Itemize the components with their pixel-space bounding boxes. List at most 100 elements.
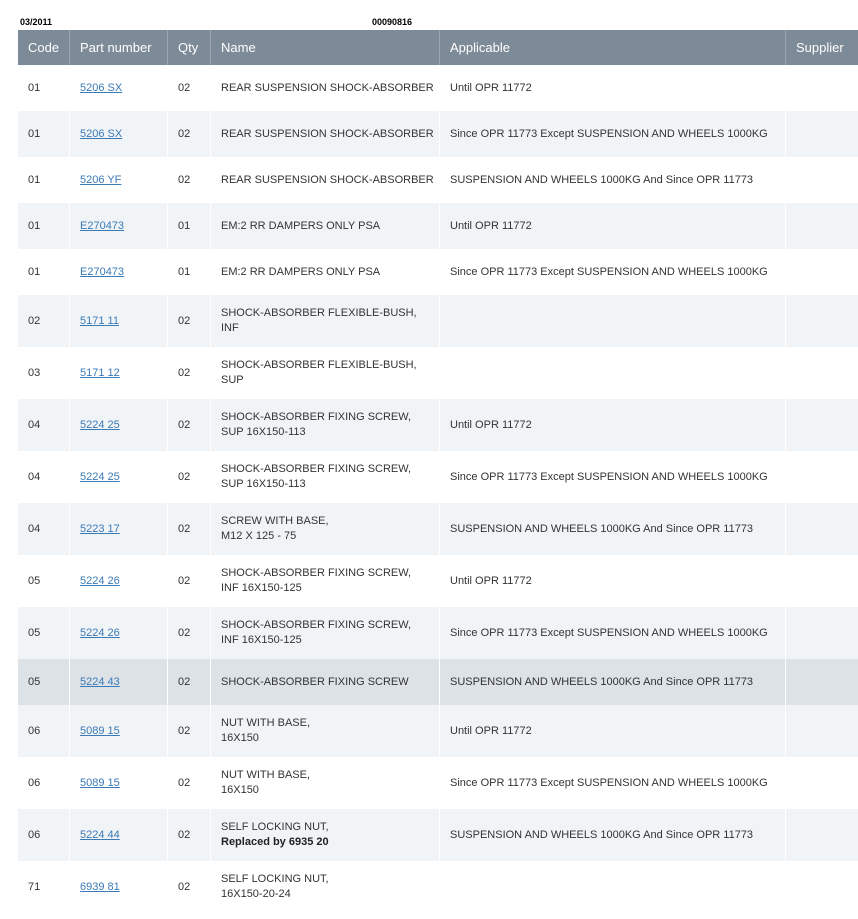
cell-code: 05 (18, 607, 70, 659)
table-row[interactable]: 01 5206 SX 02 REAR SUSPENSION SHOCK-ABSORBE… (18, 111, 858, 157)
name-line-1: SELF LOCKING NUT, (221, 821, 329, 833)
part-number-link[interactable]: 5206 SX (80, 127, 122, 142)
part-number-link[interactable]: 5224 43 (80, 675, 120, 690)
cell-name: SHOCK-ABSORBER FIXING SCREW, INF 16X150-1… (211, 555, 440, 607)
table-row[interactable]: 04 5223 17 02 SCREW WITH BASE, M12 X 125 - 7… (18, 503, 858, 555)
cell-supplier (786, 705, 858, 757)
cell-applicable: SUSPENSION AND WHEELS 1000KG And Since O… (440, 503, 786, 555)
cell-code: 03 (18, 347, 70, 399)
cell-applicable: Since OPR 11773 Except SUSPENSION AND WH… (440, 111, 786, 157)
table-row[interactable]: 01 E270473 01 EM:2 RR DAMPERS ONLY PSA Since… (18, 249, 858, 295)
cell-qty: 02 (168, 399, 211, 451)
name-line-1: SHOCK-ABSORBER FLEXIBLE-BUSH, (221, 359, 417, 371)
cell-supplier (786, 65, 858, 111)
part-number-link[interactable]: 6939 81 (80, 880, 120, 895)
table-row[interactable]: 05 5224 26 02 SHOCK-ABSORBER FIXING SCREW, I… (18, 555, 858, 607)
cell-qty: 02 (168, 705, 211, 757)
cell-name: SHOCK-ABSORBER FIXING SCREW, INF 16X150-1… (211, 607, 440, 659)
name-line-2: SUP 16X150-113 (221, 478, 306, 490)
part-number-link[interactable]: 5224 26 (80, 626, 120, 641)
part-number-link[interactable]: 5206 YF (80, 173, 121, 188)
cell-code: 01 (18, 65, 70, 111)
table-row[interactable]: 02 5171 11 02 SHOCK-ABSORBER FLEXIBLE-BUSH,… (18, 295, 858, 347)
name-line-1: SELF LOCKING NUT, (221, 873, 329, 885)
part-number-link[interactable]: 5224 44 (80, 828, 120, 843)
cell-applicable: Since OPR 11773 Except SUSPENSION AND WH… (440, 607, 786, 659)
name-line-2: 16X150 (221, 732, 259, 744)
cell-part-number: E270473 (70, 249, 168, 295)
name-line-1: REAR SUSPENSION SHOCK-ABSORBER (221, 127, 434, 140)
cell-name: REAR SUSPENSION SHOCK-ABSORBER (211, 157, 440, 203)
cell-supplier (786, 399, 858, 451)
column-header-code[interactable]: Code (18, 30, 70, 65)
part-number-link[interactable]: 5089 15 (80, 776, 120, 791)
part-number-link[interactable]: 5224 26 (80, 574, 120, 589)
cell-part-number: 5223 17 (70, 503, 168, 555)
table-row[interactable]: 01 5206 YF 02 REAR SUSPENSION SHOCK-ABSORBE… (18, 157, 858, 203)
part-number-link[interactable]: 5089 15 (80, 724, 120, 739)
cell-qty: 02 (168, 111, 211, 157)
table-row[interactable]: 01 5206 SX 02 REAR SUSPENSION SHOCK-ABSORBE… (18, 65, 858, 111)
cell-name: SHOCK-ABSORBER FIXING SCREW, SUP 16X150-1… (211, 451, 440, 503)
cell-part-number: 6939 81 (70, 861, 168, 913)
cell-qty: 02 (168, 757, 211, 809)
cell-supplier (786, 607, 858, 659)
table-body: 01 5206 SX 02 REAR SUSPENSION SHOCK-ABSORBE… (18, 65, 858, 913)
name-line-2: INF 16X150-125 (221, 582, 302, 594)
table-row[interactable]: 06 5224 44 02 SELF LOCKING NUT, Replaced by … (18, 809, 858, 861)
part-number-link[interactable]: E270473 (80, 219, 124, 234)
cell-part-number: 5224 25 (70, 451, 168, 503)
table-row[interactable]: 05 5224 43 02 SHOCK-ABSORBER FIXING SCREW SU… (18, 659, 858, 705)
cell-qty: 02 (168, 295, 211, 347)
table-row[interactable]: 01 E270473 01 EM:2 RR DAMPERS ONLY PSA Until… (18, 203, 858, 249)
part-number-link[interactable]: 5171 12 (80, 366, 120, 381)
cell-part-number: E270473 (70, 203, 168, 249)
column-header-supplier[interactable]: Supplier (786, 30, 858, 65)
cell-qty: 02 (168, 347, 211, 399)
table-row[interactable]: 03 5171 12 02 SHOCK-ABSORBER FLEXIBLE-BUSH,… (18, 347, 858, 399)
part-number-link[interactable]: 5224 25 (80, 418, 120, 433)
cell-code: 06 (18, 757, 70, 809)
cell-part-number: 5171 12 (70, 347, 168, 399)
part-number-link[interactable]: 5223 17 (80, 522, 120, 537)
cell-qty: 01 (168, 249, 211, 295)
part-number-link[interactable]: 5206 SX (80, 81, 122, 96)
cell-code: 01 (18, 111, 70, 157)
cell-part-number: 5224 26 (70, 555, 168, 607)
part-number-link[interactable]: 5224 25 (80, 470, 120, 485)
table-row[interactable]: 04 5224 25 02 SHOCK-ABSORBER FIXING SCREW, S… (18, 399, 858, 451)
cell-code: 02 (18, 295, 70, 347)
cell-part-number: 5171 11 (70, 295, 168, 347)
part-number-link[interactable]: 5171 11 (80, 314, 119, 329)
column-header-part-number[interactable]: Part number (70, 30, 168, 65)
name-line-1: NUT WITH BASE, (221, 717, 311, 729)
cell-supplier (786, 249, 858, 295)
cell-name: SHOCK-ABSORBER FIXING SCREW (211, 659, 440, 705)
column-header-applicable[interactable]: Applicable (440, 30, 786, 65)
name-line-1: EM:2 RR DAMPERS ONLY PSA (221, 265, 381, 278)
cell-qty: 02 (168, 65, 211, 111)
cell-applicable (440, 295, 786, 347)
parts-table: Code Part number Qty Name Applicable Sup… (18, 30, 858, 913)
column-header-name[interactable]: Name (211, 30, 440, 65)
table-row[interactable]: 05 5224 26 02 SHOCK-ABSORBER FIXING SCREW, I… (18, 607, 858, 659)
cell-applicable: Until OPR 11772 (440, 203, 786, 249)
cell-name: EM:2 RR DAMPERS ONLY PSA (211, 249, 440, 295)
cell-qty: 02 (168, 503, 211, 555)
cell-name: SELF LOCKING NUT, Replaced by 6935 20 (211, 809, 440, 861)
cell-supplier (786, 111, 858, 157)
table-row[interactable]: 06 5089 15 02 NUT WITH BASE, 16X150 Since OPR… (18, 757, 858, 809)
cell-supplier (786, 757, 858, 809)
table-row[interactable]: 04 5224 25 02 SHOCK-ABSORBER FIXING SCREW, S… (18, 451, 858, 503)
table-row[interactable]: 71 6939 81 02 SELF LOCKING NUT, 16X150-20-24 (18, 861, 858, 913)
cell-qty: 02 (168, 607, 211, 659)
part-number-link[interactable]: E270473 (80, 265, 124, 280)
table-row[interactable]: 06 5089 15 02 NUT WITH BASE, 16X150 Until OPR… (18, 705, 858, 757)
cell-name: NUT WITH BASE, 16X150 (211, 757, 440, 809)
cell-applicable: Since OPR 11773 Except SUSPENSION AND WH… (440, 451, 786, 503)
replacement-note: Replaced by 6935 20 (221, 836, 329, 848)
document-code: 00090816 (372, 17, 413, 27)
cell-code: 06 (18, 705, 70, 757)
column-header-qty[interactable]: Qty (168, 30, 211, 65)
cell-supplier (786, 555, 858, 607)
